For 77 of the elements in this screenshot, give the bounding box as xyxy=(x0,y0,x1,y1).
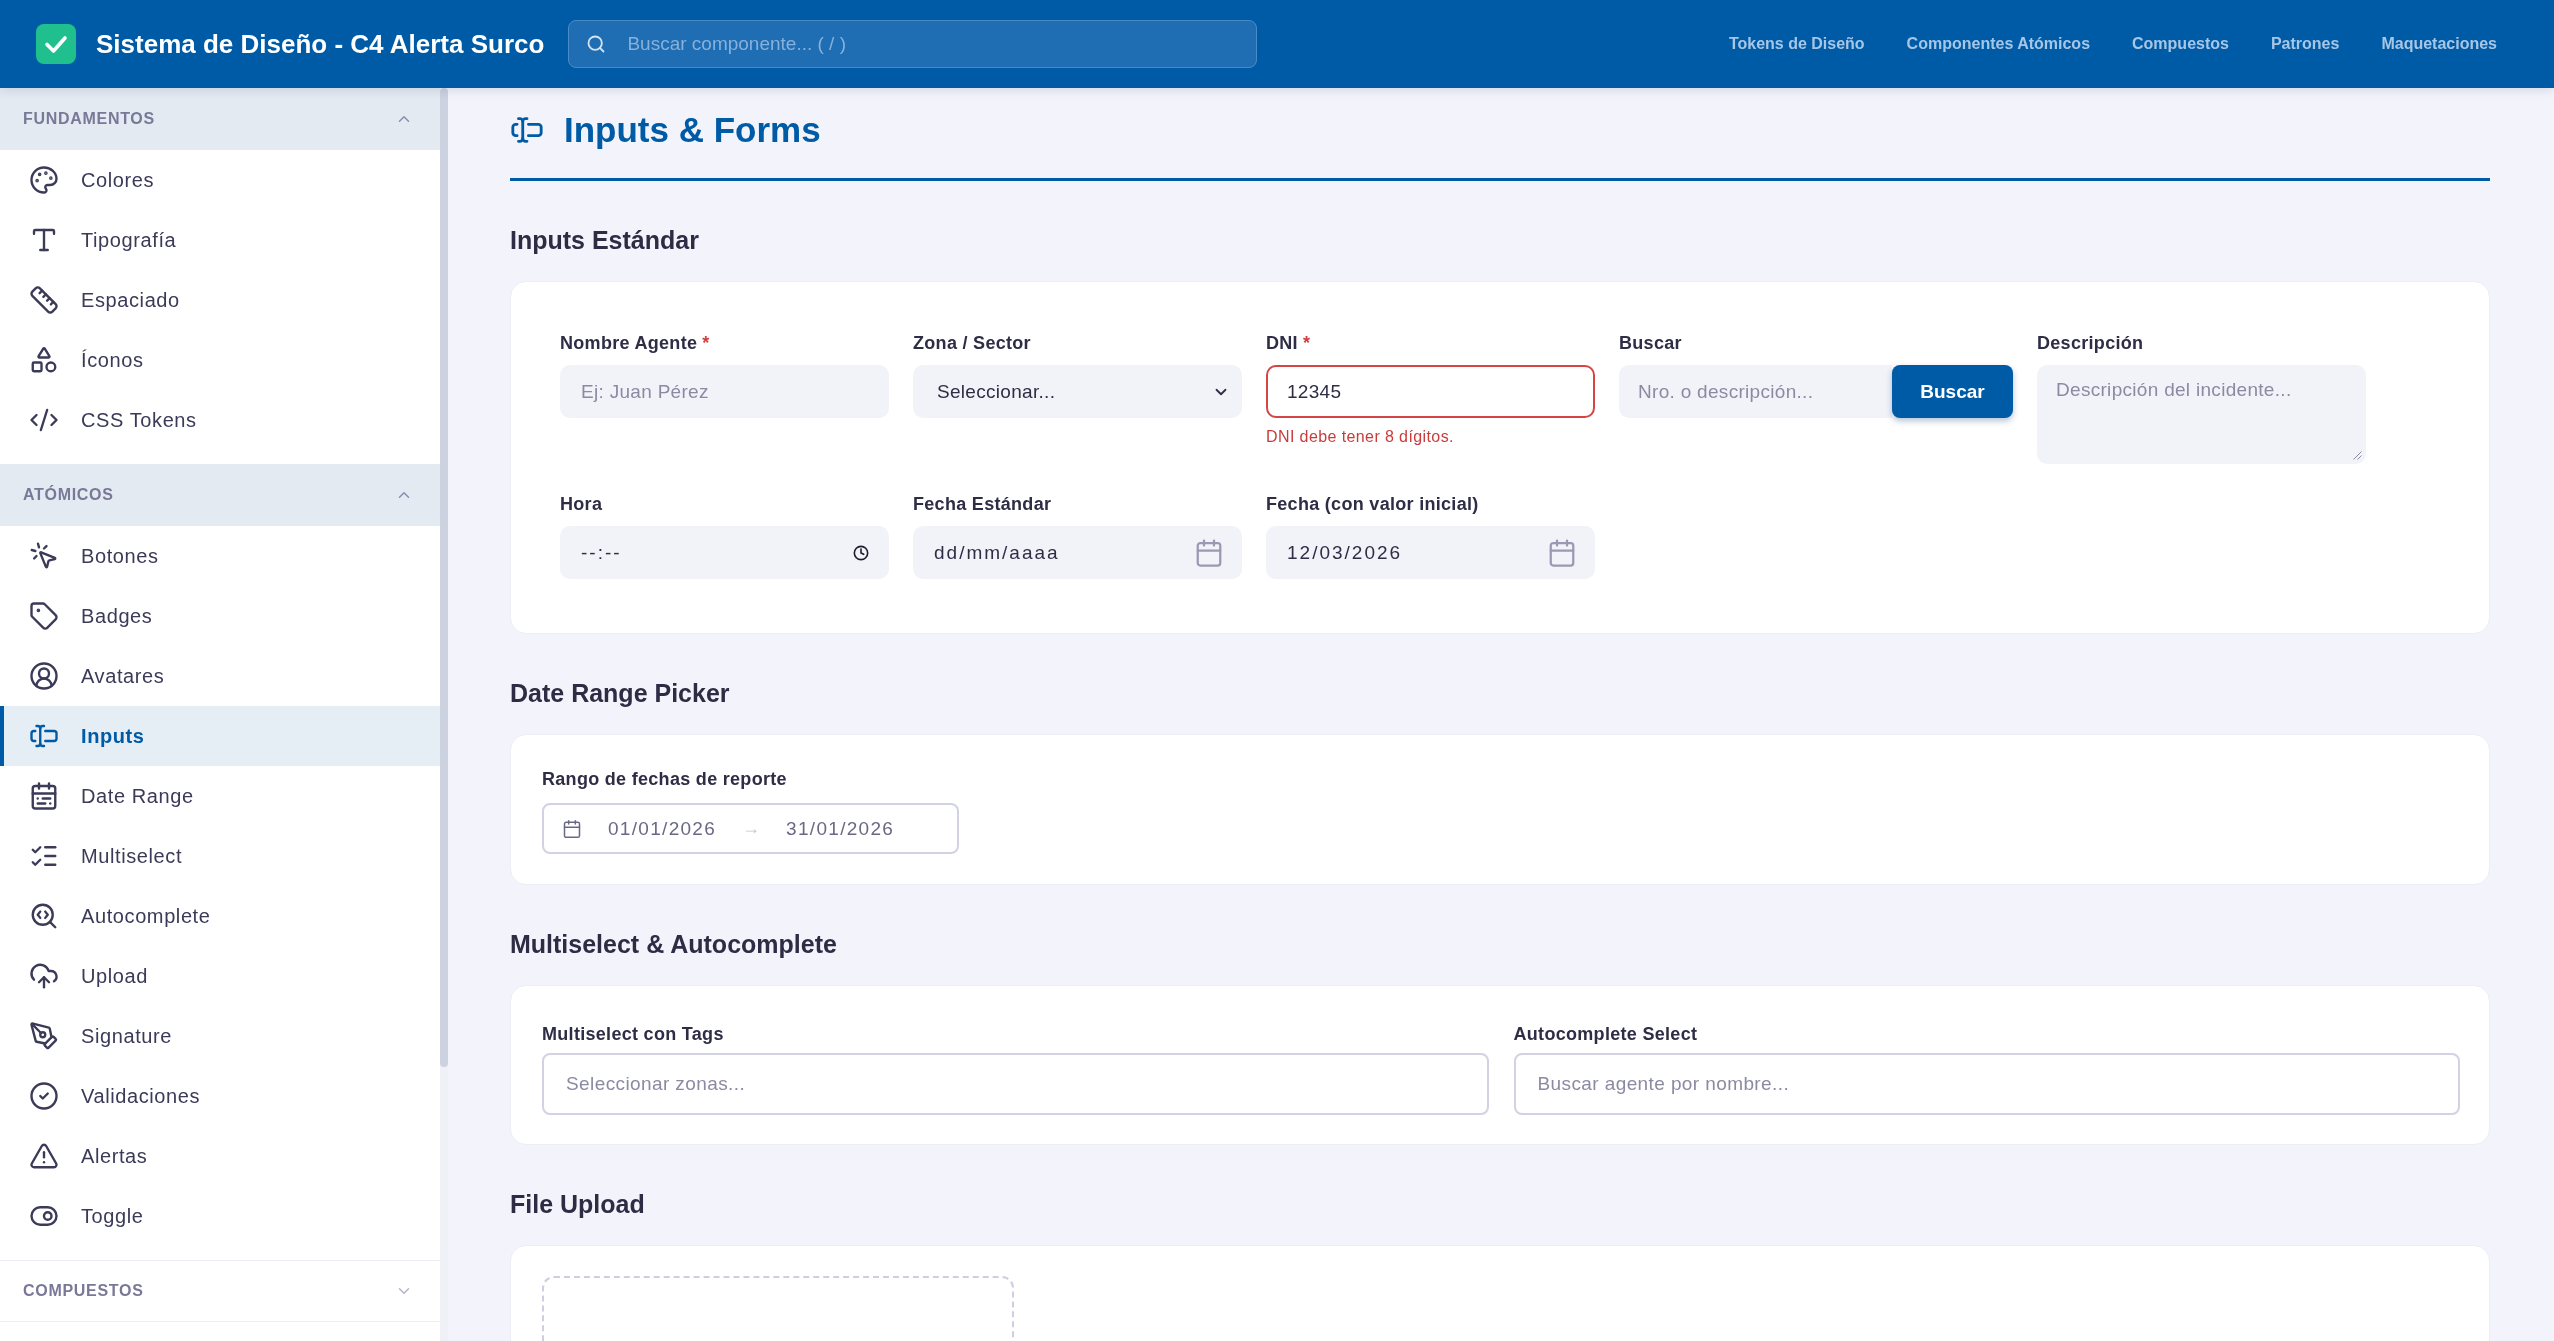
sidebar-item[interactable]: Inputs xyxy=(0,706,440,766)
start-date: 01/01/2026 xyxy=(608,817,717,840)
search-icon xyxy=(586,34,607,54)
field-label: DNI * xyxy=(1266,333,1311,353)
check-logo-icon xyxy=(36,24,76,64)
textarea-field[interactable]: Descripción del incidente... xyxy=(2037,365,2366,464)
end-date: 31/01/2026 xyxy=(786,817,895,840)
error-message: DNI debe tener 8 dígitos. xyxy=(1266,428,1454,446)
text-field[interactable]: Ej: Juan Pérez xyxy=(560,365,889,418)
field-label: Nombre Agente * xyxy=(560,333,710,353)
nav-link[interactable]: Componentes Atómicos xyxy=(1906,35,2091,53)
section-title: Date Range Picker xyxy=(510,679,730,707)
user-circle-icon xyxy=(29,661,59,691)
sidebar-item[interactable]: Íconos xyxy=(0,330,440,390)
date-range-field[interactable]: 01/01/2026 → 31/01/2026 xyxy=(542,803,959,854)
search-field[interactable]: Nro. o descripción... xyxy=(1619,365,1892,418)
pen-icon xyxy=(29,1021,59,1051)
resize-grip-icon[interactable] xyxy=(2353,451,2362,460)
sidebar-item[interactable]: Botones xyxy=(0,526,440,586)
text-field[interactable]: 12345 xyxy=(1266,365,1595,418)
sidebar-item[interactable]: Alertas xyxy=(0,1126,440,1186)
sidebar-item[interactable]: Upload xyxy=(0,946,440,1006)
search-button[interactable]: Buscar xyxy=(1892,365,2013,418)
calendar-icon xyxy=(1547,537,1577,568)
text-field[interactable]: Buscar agente por nombre... xyxy=(1513,1053,2460,1115)
sidebar-item[interactable]: Colores xyxy=(0,150,440,210)
palette-icon xyxy=(29,165,59,195)
sidebar-item[interactable]: Validaciones xyxy=(0,1066,440,1126)
calendar-icon xyxy=(562,818,582,839)
field-label: Multiselect con Tags xyxy=(542,1024,724,1044)
nav-link[interactable]: Patrones xyxy=(2270,35,2340,53)
date-field[interactable]: 12/03/2026 xyxy=(1266,526,1595,579)
nav-link[interactable]: Tokens de Diseño xyxy=(1728,35,1865,53)
sidebar-item[interactable]: CSS Tokens xyxy=(0,390,440,450)
field-label: Fecha (con valor inicial) xyxy=(1266,494,1479,514)
check-circle-icon xyxy=(29,1081,59,1111)
tag-icon xyxy=(29,601,59,631)
sidebar-item[interactable]: Espaciado xyxy=(0,270,440,330)
section-title: Inputs Estándar xyxy=(510,226,699,254)
time-field[interactable]: --:-- xyxy=(560,526,889,579)
field-label: Descripción xyxy=(2037,333,2144,353)
section-title: Multiselect & Autocomplete xyxy=(510,930,837,958)
field-label: Zona / Sector xyxy=(913,333,1031,353)
page-title: Inputs & Forms xyxy=(564,110,821,150)
arrow-separator: → xyxy=(742,818,761,839)
sidebar-item[interactable]: Signature xyxy=(0,1006,440,1066)
field-label: Buscar xyxy=(1619,333,1682,353)
search-code-icon xyxy=(29,901,59,931)
section-title: File Upload xyxy=(510,1190,645,1218)
field-label: Rango de fechas de reporte xyxy=(542,769,787,789)
field-label: Autocomplete Select xyxy=(1513,1024,1698,1044)
sidebar-item[interactable]: Multiselect xyxy=(0,826,440,886)
date-field[interactable]: dd/mm/aaaa xyxy=(913,526,1242,579)
warning-icon xyxy=(29,1141,59,1171)
sidebar-item[interactable]: Toggle xyxy=(0,1186,440,1246)
calendar-icon xyxy=(1194,537,1224,568)
nav-link[interactable]: Maquetaciones xyxy=(2381,35,2497,53)
field-label: Hora xyxy=(560,494,603,514)
calendar-icon xyxy=(29,781,59,811)
cursor-click-icon xyxy=(29,541,59,571)
nav-link[interactable]: Compuestos xyxy=(2132,35,2229,53)
shapes-icon xyxy=(29,345,59,375)
select-field[interactable]: Seleccionar... xyxy=(913,365,1242,418)
text-field[interactable]: Seleccionar zonas... xyxy=(542,1053,1489,1115)
sidebar-item[interactable]: Avatares xyxy=(0,646,440,706)
section-header[interactable]: COMPUESTOS xyxy=(0,1260,440,1322)
app-title: Sistema de Diseño - C4 Alerta Surco xyxy=(96,28,545,60)
sidebar-item[interactable]: Badges xyxy=(0,586,440,646)
sidebar-item[interactable]: Autocomplete xyxy=(0,886,440,946)
sidebar-item[interactable]: Date Range xyxy=(0,766,440,826)
search-field[interactable]: Buscar componente... ( / ) xyxy=(568,20,1258,68)
ruler-icon xyxy=(29,285,59,315)
sidebar-item[interactable]: Tipografía xyxy=(0,210,440,270)
clock-icon xyxy=(853,544,869,561)
field-label: Fecha Estándar xyxy=(913,494,1052,514)
cloud-upload-icon xyxy=(29,961,59,991)
scrollbar-thumb[interactable] xyxy=(440,88,448,1067)
